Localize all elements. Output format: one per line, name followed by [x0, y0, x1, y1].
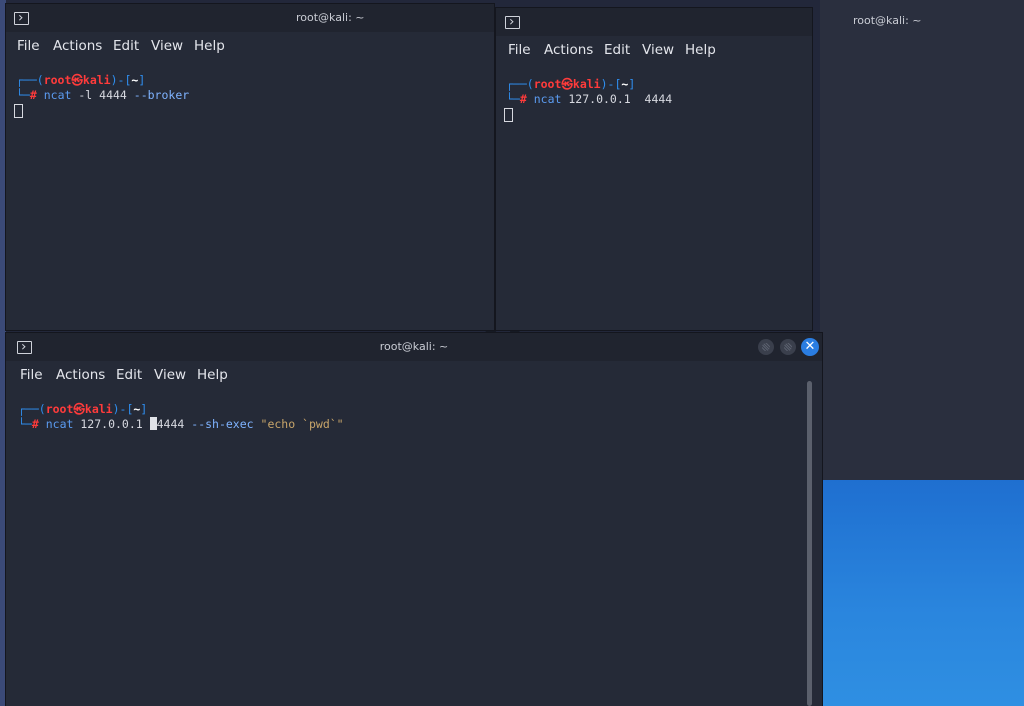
menu-edit[interactable]: Edit — [604, 36, 630, 64]
command-args: -l 4444 — [78, 88, 127, 102]
menu-actions[interactable]: Actions — [56, 361, 105, 389]
menu-view[interactable]: View — [151, 32, 183, 60]
menu-actions[interactable]: Actions — [544, 36, 593, 64]
terminal-output[interactable]: ┌──(root㉿kali)-[~] └─# ncat 127.0.0.1 44… — [6, 381, 822, 706]
desktop-wallpaper-blue — [820, 480, 1024, 706]
command-option: --broker — [133, 88, 190, 102]
terminal-window-sh-exec[interactable]: root@kali: ~ ✕ File Actions Edit View He… — [6, 333, 822, 706]
menu-file[interactable]: File — [20, 361, 43, 389]
prompt-host: kali — [84, 402, 113, 416]
menu-help[interactable]: Help — [685, 36, 716, 64]
prompt-user: root — [533, 77, 562, 91]
terminal-output[interactable]: ┌──(root㉿kali)-[~] └─# ncat -l 4444 --br… — [6, 60, 494, 330]
command-string: "echo `pwd`" — [260, 417, 344, 431]
menu-file[interactable]: File — [508, 36, 531, 64]
menubar: File Actions Edit View Help — [6, 32, 494, 60]
menu-edit[interactable]: Edit — [113, 32, 139, 60]
command-name: ncat — [533, 92, 562, 106]
prompt-host: kali — [572, 77, 601, 91]
menu-edit[interactable]: Edit — [116, 361, 142, 389]
cursor — [149, 417, 157, 430]
background-window-title: root@kali: ~ — [853, 14, 922, 27]
menu-actions[interactable]: Actions — [53, 32, 102, 60]
prompt-host: kali — [82, 73, 111, 87]
titlebar[interactable] — [496, 8, 812, 36]
maximize-button[interactable] — [780, 339, 796, 355]
prompt-line: ┌──(root㉿kali)-[~] — [18, 402, 148, 416]
cursor-line — [14, 104, 23, 119]
command-args-after: 4444 — [156, 417, 185, 431]
menubar: File Actions Edit View Help — [496, 36, 812, 64]
window-title: root@kali: ~ — [296, 11, 365, 24]
menu-help[interactable]: Help — [194, 32, 225, 60]
terminal-window-client[interactable]: File Actions Edit View Help ┌──(root㉿kal… — [496, 8, 812, 330]
command-line: └─# ncat -l 4444 --broker — [16, 88, 190, 102]
menu-view[interactable]: View — [154, 361, 186, 389]
background-window-strip — [820, 0, 1024, 480]
command-option: --sh-exec — [191, 417, 254, 431]
titlebar[interactable]: root@kali: ~ ✕ — [6, 333, 822, 361]
command-name: ncat — [43, 88, 72, 102]
cursor — [504, 108, 513, 122]
command-args: 127.0.0.1 4444 — [568, 92, 673, 106]
minimize-button[interactable] — [758, 339, 774, 355]
prompt-user: root — [43, 73, 72, 87]
menubar: File Actions Edit View Help — [6, 361, 822, 389]
command-line: └─# ncat 127.0.0.1 4444 --sh-exec "echo … — [18, 417, 344, 431]
command-line: └─# ncat 127.0.0.1 4444 — [506, 92, 673, 106]
terminal-output[interactable]: ┌──(root㉿kali)-[~] └─# ncat 127.0.0.1 44… — [496, 64, 812, 330]
prompt-line: ┌──(root㉿kali)-[~] — [16, 73, 146, 87]
background-window-titlebar: root@kali: ~ — [820, 0, 1024, 28]
scrollbar[interactable] — [807, 381, 812, 706]
command-name: ncat — [45, 417, 74, 431]
terminal-icon — [505, 16, 520, 29]
close-button[interactable]: ✕ — [801, 338, 819, 356]
prompt-user: root — [45, 402, 74, 416]
titlebar[interactable]: root@kali: ~ — [6, 4, 494, 32]
window-title: root@kali: ~ — [379, 340, 449, 353]
menu-view[interactable]: View — [642, 36, 674, 64]
cursor-line — [504, 108, 513, 123]
terminal-window-broker[interactable]: root@kali: ~ File Actions Edit View Help… — [6, 4, 494, 330]
menu-file[interactable]: File — [17, 32, 40, 60]
cursor — [14, 104, 23, 118]
prompt-line: ┌──(root㉿kali)-[~] — [506, 77, 636, 91]
menu-help[interactable]: Help — [197, 361, 228, 389]
command-args-before: 127.0.0.1 — [80, 417, 150, 431]
